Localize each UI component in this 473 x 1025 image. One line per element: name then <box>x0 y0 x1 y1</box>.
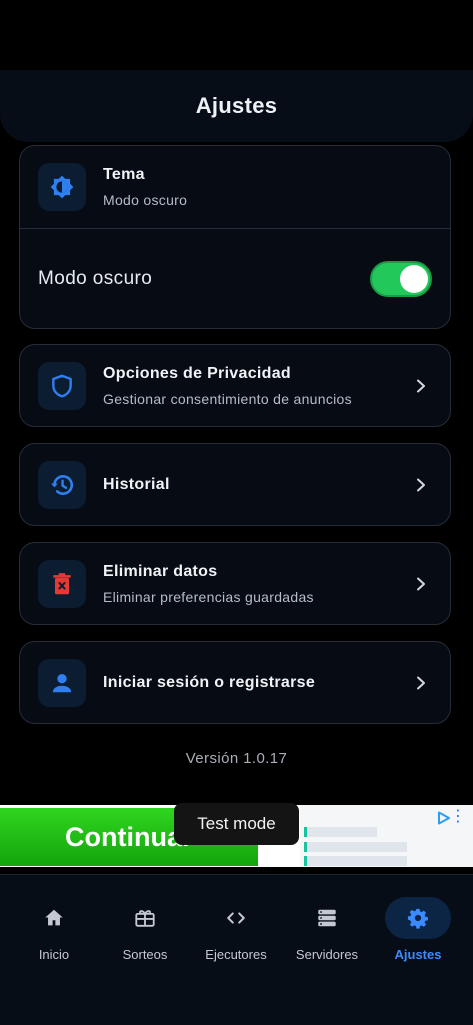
delete-data-subtitle: Eliminar preferencias guardadas <box>103 588 314 605</box>
nav-item-servidores[interactable]: Servidores <box>282 897 372 967</box>
theme-subtitle: Modo oscuro <box>103 192 188 208</box>
history-icon-box <box>38 460 86 509</box>
theme-row: Tema Modo oscuro <box>20 146 450 228</box>
theme-card: Tema Modo oscuro Modo oscuro <box>19 145 451 329</box>
delete-data-item[interactable]: Eliminar datos Eliminar preferencias gua… <box>19 542 451 625</box>
brightness-icon <box>50 175 74 199</box>
code-icon <box>227 912 245 924</box>
page-title: Ajustes <box>195 93 278 118</box>
privacy-icon-box <box>38 361 86 410</box>
chevron-right-icon <box>417 379 425 392</box>
dark-mode-label: Modo oscuro <box>38 267 153 289</box>
dark-mode-toggle[interactable] <box>370 260 432 297</box>
theme-title: Tema <box>103 166 145 183</box>
toggle-knob <box>400 264 428 293</box>
shield-icon <box>52 374 72 397</box>
login-register-item[interactable]: Iniciar sesión o registrarse <box>19 641 451 724</box>
theme-icon-box <box>38 163 86 211</box>
history-icon <box>50 474 73 495</box>
ad-preview-line <box>304 856 407 866</box>
nav-label: Ajustes <box>394 947 442 962</box>
ad-preview-line <box>304 842 407 852</box>
gear-icon <box>407 908 428 929</box>
nav-item-inicio[interactable]: Inicio <box>9 897 99 967</box>
app-version: Versión 1.0.17 <box>185 750 288 767</box>
server-icon <box>318 909 336 927</box>
test-mode-tooltip: Test mode <box>174 803 299 845</box>
chevron-right-icon <box>417 676 425 689</box>
privacy-subtitle: Gestionar consentimiento de anuncios <box>103 390 352 407</box>
chevron-right-icon <box>417 478 425 491</box>
app-header: Ajustes <box>0 70 473 142</box>
login-icon-box <box>38 658 86 707</box>
ad-preview: ⋮ <box>300 805 473 867</box>
ad-preview-line <box>304 827 377 837</box>
privacy-options-item[interactable]: Opciones de Privacidad Gestionar consent… <box>19 344 451 427</box>
privacy-title: Opciones de Privacidad <box>103 364 291 382</box>
nav-label: Inicio <box>38 947 70 962</box>
nav-item-sorteos[interactable]: Sorteos <box>100 897 190 967</box>
ad-more-icon[interactable]: ⋮ <box>450 809 466 825</box>
adchoices-play-icon[interactable] <box>437 811 451 825</box>
nav-label: Servidores <box>295 947 359 962</box>
history-item[interactable]: Historial <box>19 443 451 526</box>
bottom-navigation: Inicio Sorteos Ejecutores Servidores Aju… <box>0 874 473 1025</box>
history-title: Historial <box>103 475 170 493</box>
status-bar <box>0 0 473 70</box>
nav-label: Sorteos <box>122 947 168 962</box>
trash-icon <box>53 572 71 594</box>
home-icon <box>45 909 63 926</box>
delete-icon-box <box>38 559 86 608</box>
login-title: Iniciar sesión o registrarse <box>103 673 316 691</box>
gift-icon <box>135 910 155 927</box>
nav-label: Ejecutores <box>205 947 267 962</box>
nav-item-ajustes[interactable]: Ajustes <box>373 897 463 967</box>
delete-data-title: Eliminar datos <box>103 562 218 580</box>
user-icon <box>52 673 72 692</box>
chevron-right-icon <box>417 577 425 590</box>
nav-item-ejecutores[interactable]: Ejecutores <box>191 897 281 967</box>
dark-mode-row: Modo oscuro <box>20 229 450 328</box>
